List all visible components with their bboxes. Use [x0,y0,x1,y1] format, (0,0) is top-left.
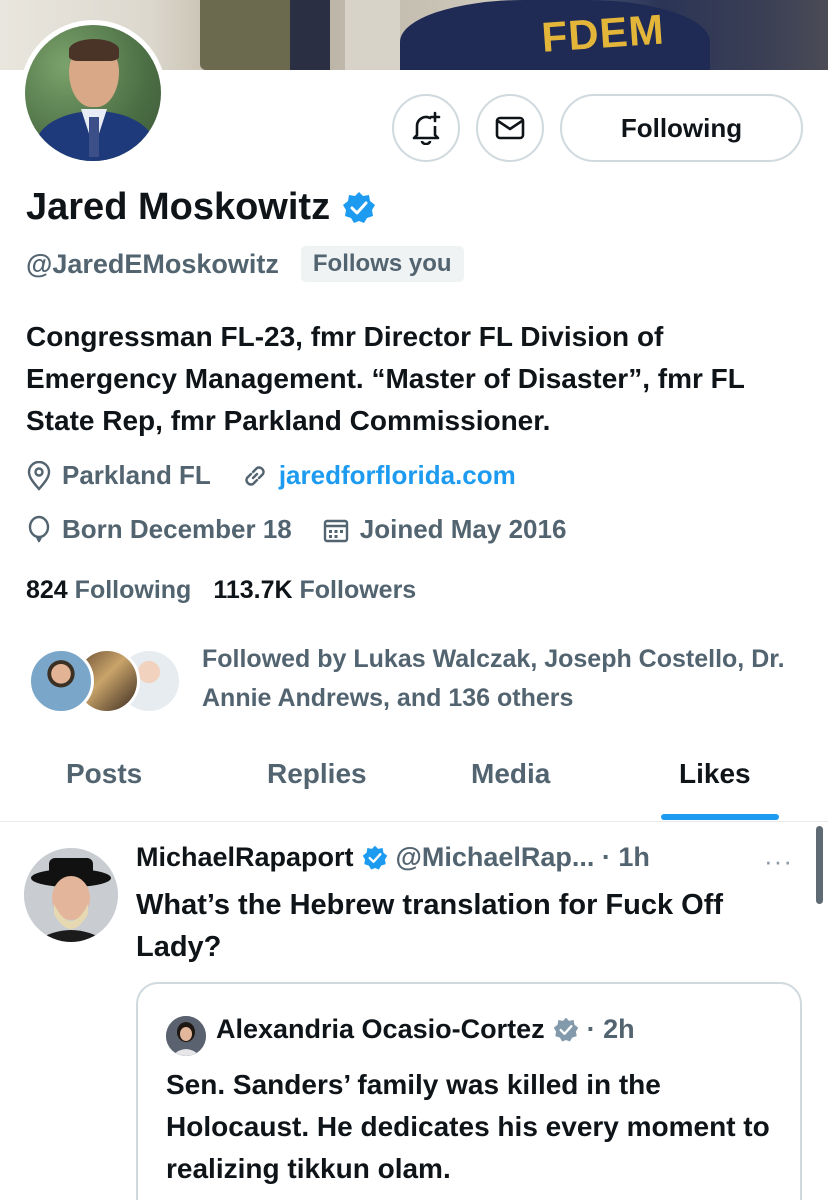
followers-count: 113.7K [213,576,293,604]
website-item[interactable]: jaredforflorida.com [241,460,516,491]
following-button[interactable]: Following [560,94,803,162]
verified-badge-icon [343,191,376,223]
followers-stat[interactable]: 113.7K Followers [213,576,416,605]
profile-handle: @JaredEMoskowitz [26,248,279,279]
profile-stats: 824 Following 113.7K Followers [26,576,416,605]
website-link[interactable]: jaredforflorida.com [279,460,516,491]
mail-icon [495,116,525,140]
quoted-author-name: Alexandria Ocasio-Cortez [216,1014,545,1044]
tweet-handle-time: @MichaelRap... · 1h [395,842,650,872]
following-label: Following [74,576,192,604]
tweet-text: What’s the Hebrew translation for Fuck O… [136,889,724,963]
profile-meta-row-2: Born December 18 Joined May 2016 [26,514,596,545]
link-icon [245,465,265,486]
calendar-icon [323,519,348,542]
verified-badge-icon [362,845,387,869]
location-item: Parkland FL [26,460,211,491]
quoted-header: Alexandria Ocasio-Cortez · 2h [216,1014,635,1045]
profile-name: Jared Moskowitz [26,186,376,229]
tweet-header: MichaelRapaport @MichaelRap... · 1h [136,842,650,873]
followers-label: Followers [299,576,417,604]
tweet-author-avatar[interactable] [24,848,118,942]
profile-meta-row-1: Parkland FL jaredforflorida.com [26,460,546,491]
profile-avatar[interactable] [20,20,166,166]
location-pin-icon [27,460,51,491]
joined-text: Joined May 2016 [359,514,567,544]
quoted-text: Sen. Sanders’ family was killed in the H… [166,1069,770,1184]
quoted-tweet[interactable]: Alexandria Ocasio-Cortez · 2h Sen. Sande… [136,982,802,1200]
quoted-time: · 2h [586,1014,635,1044]
handle-row: @JaredEMoskowitz Follows you [26,246,464,282]
gray-verified-badge-icon [553,1017,578,1041]
notify-button[interactable] [392,94,460,162]
joined-item: Joined May 2016 [322,514,567,545]
follower-avatar [28,648,94,714]
following-count: 824 [26,576,68,604]
message-button[interactable] [476,94,544,162]
tweet-author-name[interactable]: MichaelRapaport [136,842,354,873]
tab-media[interactable]: Media [471,758,550,790]
birthday-text: Born December 18 [62,514,292,544]
followed-by-text[interactable]: Followed by Lukas Walczak, Joseph Costel… [202,640,822,718]
tab-likes[interactable]: Likes [679,758,751,790]
tab-replies[interactable]: Replies [267,758,367,790]
balloon-icon [28,515,50,542]
location-text: Parkland FL [62,460,211,490]
birthday-item: Born December 18 [26,514,292,545]
following-stat[interactable]: 824 Following [26,576,191,605]
banner-jacket-text: FDEM [540,5,666,61]
bell-plus-icon [412,111,441,145]
scrollbar[interactable] [816,826,823,904]
active-tab-indicator [661,814,779,820]
follows-you-badge: Follows you [300,246,464,282]
quoted-author-avatar [166,1016,206,1056]
more-icon[interactable]: ··· [764,846,793,877]
profile-tabs: Posts Replies Media Likes [0,748,828,822]
banner-pillar [345,0,400,70]
profile-bio: Congressman FL-23, fmr Director FL Divis… [26,321,745,436]
tab-posts[interactable]: Posts [66,758,142,790]
banner-figure [290,0,330,70]
profile-name-text: Jared Moskowitz [26,186,331,228]
